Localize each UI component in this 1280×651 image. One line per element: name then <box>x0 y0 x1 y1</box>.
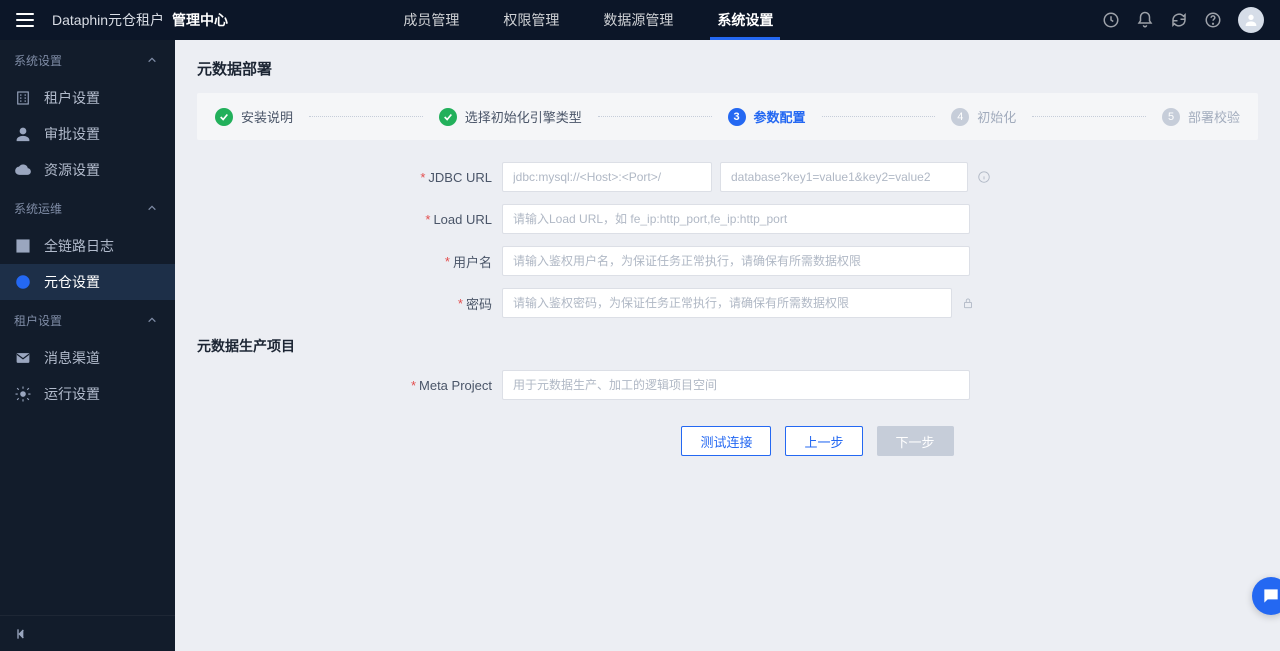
sidebar-group-system-ops[interactable]: 系统运维 <box>0 188 175 228</box>
step-separator <box>1032 116 1146 117</box>
button-prev-step[interactable]: 上一步 <box>785 426 862 456</box>
step-label: 安装说明 <box>241 107 293 126</box>
sidebar-group-tenant[interactable]: 租户设置 <box>0 300 175 340</box>
row-username: *用户名 <box>197 246 1258 276</box>
step-4: 4 初始化 <box>951 107 1016 126</box>
step-separator <box>822 116 936 117</box>
step-label: 部署校验 <box>1188 107 1240 126</box>
steps-bar: 安装说明 选择初始化引擎类型 3 参数配置 4 初始化 5 部署校验 <box>197 93 1258 140</box>
tab-system-settings[interactable]: 系统设置 <box>695 0 795 40</box>
chevron-up-icon <box>147 315 157 325</box>
sidebar-item-message-channel[interactable]: 消息渠道 <box>0 340 175 376</box>
step-separator <box>309 116 423 117</box>
input-jdbc-suffix[interactable] <box>720 162 968 192</box>
page-title: 元数据部署 <box>197 58 1258 79</box>
brand-tenant: Dataphin元仓租户 <box>52 10 164 30</box>
sidebar-group-label: 系统设置 <box>14 52 62 69</box>
sidebar-group-system-settings[interactable]: 系统设置 <box>0 40 175 80</box>
label-password: 密码 <box>466 294 492 313</box>
sidebar-item-resource-settings[interactable]: 资源设置 <box>0 152 175 188</box>
tab-datasource[interactable]: 数据源管理 <box>581 0 695 40</box>
sidebar-item-label: 资源设置 <box>44 160 100 180</box>
step-3: 3 参数配置 <box>728 107 806 126</box>
chevron-up-icon <box>147 55 157 65</box>
step-separator <box>598 116 712 117</box>
sidebar-item-label: 审批设置 <box>44 124 100 144</box>
step-number: 5 <box>1162 108 1180 126</box>
brand-module: 管理中心 <box>172 10 228 30</box>
label-meta-project: Meta Project <box>419 378 492 393</box>
chevron-up-icon <box>147 203 157 213</box>
sidebar-item-fulllink-log[interactable]: 全链路日志 <box>0 228 175 264</box>
chat-icon <box>1261 586 1280 606</box>
building-icon <box>14 89 32 107</box>
input-load-url[interactable] <box>502 204 970 234</box>
step-5: 5 部署校验 <box>1162 107 1240 126</box>
step-label: 选择初始化引擎类型 <box>465 107 582 126</box>
step-number: 3 <box>728 108 746 126</box>
sidebar-item-label: 消息渠道 <box>44 348 100 368</box>
sidebar: 系统设置 租户设置 审批设置 资源设置 系统运维 全链路日志 元仓设置 租 <box>0 40 175 651</box>
tab-permissions[interactable]: 权限管理 <box>481 0 581 40</box>
button-next-step: 下一步 <box>877 426 954 456</box>
button-row: 测试连接 上一步 下一步 <box>377 426 1258 456</box>
section-meta-project: 元数据生产项目 <box>197 336 1258 356</box>
topbar: Dataphin元仓租户 管理中心 成员管理 权限管理 数据源管理 系统设置 <box>0 0 1280 40</box>
cloud-icon <box>14 161 32 179</box>
refresh-icon[interactable] <box>1170 11 1188 29</box>
top-nav: 成员管理 权限管理 数据源管理 系统设置 <box>381 0 795 40</box>
step-number: 4 <box>951 108 969 126</box>
user-icon <box>14 125 32 143</box>
tab-members[interactable]: 成员管理 <box>381 0 481 40</box>
sidebar-item-tenant-settings[interactable]: 租户设置 <box>0 80 175 116</box>
lock-icon[interactable] <box>960 295 976 311</box>
sidebar-item-label: 元仓设置 <box>44 272 100 292</box>
step-label: 参数配置 <box>754 107 806 126</box>
topbar-right <box>1102 7 1264 33</box>
sidebar-item-runtime-settings[interactable]: 运行设置 <box>0 376 175 412</box>
info-icon[interactable] <box>976 169 992 185</box>
sidebar-item-label: 全链路日志 <box>44 236 114 256</box>
label-jdbc: JDBC URL <box>428 170 492 185</box>
bell-icon[interactable] <box>1136 11 1154 29</box>
brand: Dataphin元仓租户 管理中心 <box>52 10 228 30</box>
clock-icon[interactable] <box>1102 11 1120 29</box>
collapse-icon <box>14 626 30 642</box>
label-loadurl: Load URL <box>433 212 492 227</box>
input-username[interactable] <box>502 246 970 276</box>
row-password: *密码 <box>197 288 1258 318</box>
avatar[interactable] <box>1238 7 1264 33</box>
check-icon <box>439 108 457 126</box>
sidebar-collapse[interactable] <box>0 615 175 651</box>
hamburger-icon[interactable] <box>16 13 34 27</box>
sidebar-group-label: 租户设置 <box>14 312 62 329</box>
label-username: 用户名 <box>453 252 492 271</box>
row-load-url: *Load URL <box>197 204 1258 234</box>
mail-icon <box>14 349 32 367</box>
gear-icon <box>14 385 32 403</box>
button-test-connection[interactable]: 测试连接 <box>681 426 771 456</box>
input-meta-project[interactable] <box>502 370 970 400</box>
step-2: 选择初始化引擎类型 <box>439 107 582 126</box>
step-label: 初始化 <box>977 107 1016 126</box>
input-password[interactable] <box>502 288 952 318</box>
help-icon[interactable] <box>1204 11 1222 29</box>
sidebar-item-label: 租户设置 <box>44 88 100 108</box>
sidebar-item-metawarehouse[interactable]: 元仓设置 <box>0 264 175 300</box>
ring-icon <box>14 273 32 291</box>
step-1: 安装说明 <box>215 107 293 126</box>
row-meta-project: *Meta Project <box>197 370 1258 400</box>
main-content: 元数据部署 安装说明 选择初始化引擎类型 3 参数配置 4 初始化 <box>175 40 1280 651</box>
sidebar-group-label: 系统运维 <box>14 200 62 217</box>
check-icon <box>215 108 233 126</box>
list-icon <box>14 237 32 255</box>
input-jdbc-prefix[interactable] <box>502 162 712 192</box>
row-jdbc-url: *JDBC URL <box>197 162 1258 192</box>
sidebar-item-label: 运行设置 <box>44 384 100 404</box>
sidebar-item-approval-settings[interactable]: 审批设置 <box>0 116 175 152</box>
